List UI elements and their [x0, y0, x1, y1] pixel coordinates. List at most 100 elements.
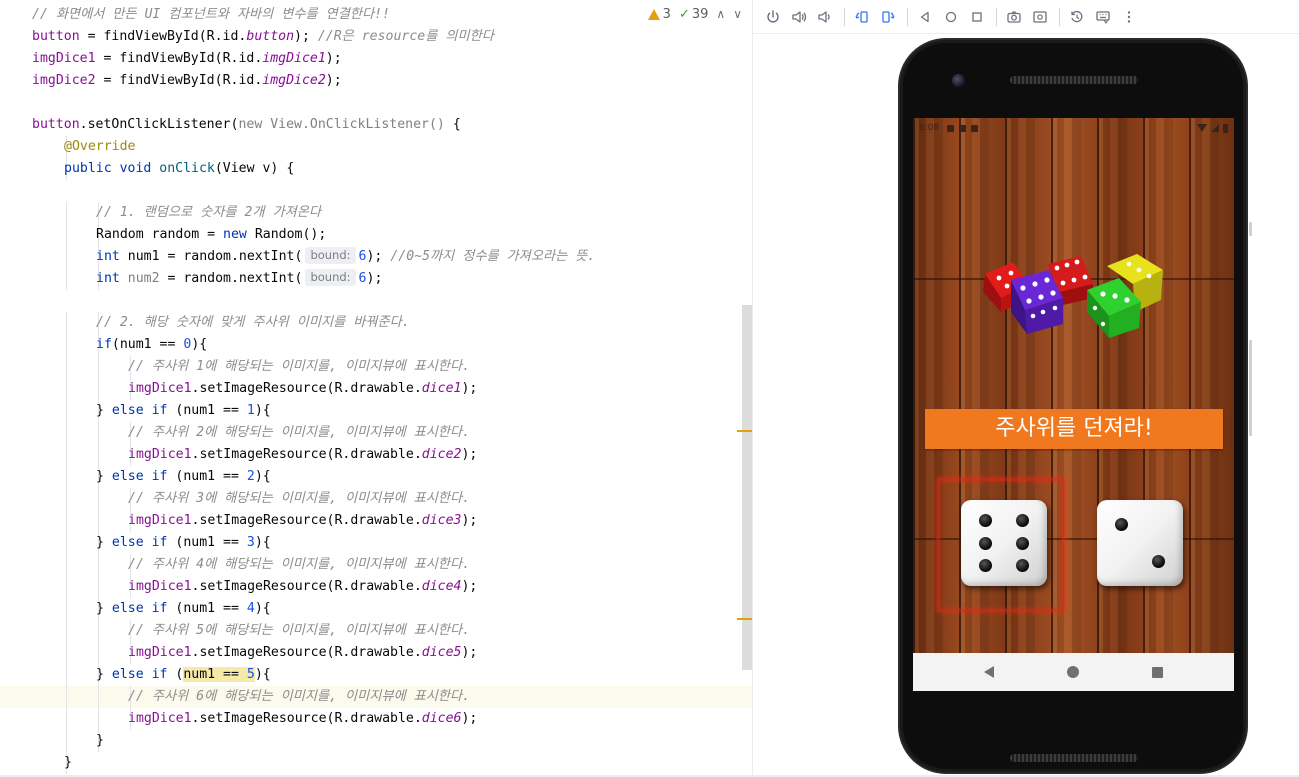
more-button[interactable]: [1117, 5, 1141, 29]
code-line[interactable]: } else if (num1 == 5){: [0, 664, 752, 686]
dice-pip: [978, 558, 992, 572]
code-text: // 1. 랜덤으로 숫자를 2개 가져온다: [96, 202, 321, 224]
dice-logo-image: [983, 254, 1163, 338]
inspection-widget[interactable]: 3 ✓ 39 ∧ ∨: [643, 4, 746, 24]
indent-guide: [66, 532, 67, 554]
overview-button[interactable]: [965, 5, 989, 29]
keyboard-button[interactable]: [1091, 5, 1115, 29]
back-button[interactable]: [913, 5, 937, 29]
indent-guide: [66, 356, 67, 378]
code-text: imgDice1 = findViewById(R.id.imgDice1);: [32, 48, 342, 70]
code-line[interactable]: // 주사위 6에 해당되는 이미지를, 이미지뷰에 표시한다.: [0, 686, 752, 708]
screenshot-button[interactable]: [1002, 5, 1026, 29]
code-token: imgDice1: [128, 447, 192, 462]
zoom-button[interactable]: [1028, 5, 1052, 29]
power-button[interactable]: [761, 5, 785, 29]
next-highlight-icon[interactable]: ∨: [733, 7, 742, 21]
code-text: if(num1 == 0){: [96, 334, 207, 356]
code-line[interactable]: imgDice1.setImageResource(R.drawable.dic…: [0, 378, 752, 400]
roll-dice-button[interactable]: 주사위를 던져라!: [925, 409, 1223, 449]
power-icon: [767, 9, 779, 22]
code-token: dice3: [421, 513, 462, 528]
code-text: } else if (num1 == 1){: [96, 400, 271, 422]
code-token: );: [461, 579, 478, 594]
code-token: imgDice1: [128, 513, 192, 528]
code-line[interactable]: }: [0, 752, 752, 774]
code-token: ){: [191, 337, 208, 352]
code-token: = findViewById(R.id.: [95, 51, 263, 66]
code-line[interactable]: if(num1 == 0){: [0, 334, 752, 356]
code-line[interactable]: // 주사위 2에 해당되는 이미지를, 이미지뷰에 표시한다.: [0, 422, 752, 444]
code-token: (num1 ==: [111, 337, 184, 352]
code-token: // 주사위 4에 해당되는 이미지를, 이미지뷰에 표시한다.: [128, 557, 471, 572]
code-line[interactable]: [0, 290, 752, 312]
dice-pip: [978, 514, 992, 528]
resize-handle[interactable]: [1249, 340, 1252, 436]
editor-scrollbar-thumb[interactable]: [742, 305, 752, 670]
code-line[interactable]: Random random = new Random();: [0, 224, 752, 246]
snapshot-button[interactable]: [1065, 5, 1089, 29]
code-lines[interactable]: // 화면에서 만든 UI 컴포넌트와 자바의 변수를 연결한다!! button…: [0, 4, 752, 774]
rotate-right-button[interactable]: [876, 5, 900, 29]
front-camera: [952, 74, 965, 87]
code-line[interactable]: imgDice1 = findViewById(R.id.imgDice1);: [0, 48, 752, 70]
rotate-left-button[interactable]: [850, 5, 874, 29]
code-line[interactable]: } else if (num1 == 3){: [0, 532, 752, 554]
camera-icon: [1007, 10, 1021, 23]
code-token: button: [246, 29, 295, 44]
code-line[interactable]: } else if (num1 == 4){: [0, 598, 752, 620]
indent-guide: [66, 510, 67, 532]
code-line[interactable]: [0, 92, 752, 114]
status-time: 6:08: [919, 123, 940, 133]
code-line[interactable]: // 2. 해당 숫자에 맞게 주사위 이미지를 바꿔준다.: [0, 312, 752, 334]
passed-indicator[interactable]: ✓ 39: [679, 7, 708, 22]
code-line[interactable]: button = findViewById(R.id.button); //R은…: [0, 26, 752, 48]
device-screen[interactable]: 6:08 주사위를 던져라!: [913, 118, 1234, 691]
warning-stripe-mark[interactable]: [737, 430, 752, 432]
code-token: = findViewById(R.id.: [79, 29, 247, 44]
previous-highlight-icon[interactable]: ∧: [716, 7, 725, 21]
code-line[interactable]: @Override: [0, 136, 752, 158]
code-line[interactable]: imgDice1.setImageResource(R.drawable.dic…: [0, 444, 752, 466]
nav-recents-icon[interactable]: [1152, 666, 1164, 678]
warning-indicator[interactable]: 3: [647, 7, 671, 22]
code-token: );: [461, 381, 478, 396]
code-line[interactable]: int num2 = random.nextInt(bound: 6);: [0, 268, 752, 290]
code-line[interactable]: imgDice1.setImageResource(R.drawable.dic…: [0, 708, 752, 730]
code-text: imgDice1.setImageResource(R.drawable.dic…: [128, 444, 477, 466]
code-line[interactable]: } else if (num1 == 2){: [0, 466, 752, 488]
code-line[interactable]: int num1 = random.nextInt(bound: 6); //0~…: [0, 246, 752, 268]
volume-down-button[interactable]: [813, 5, 837, 29]
code-line[interactable]: imgDice2 = findViewById(R.id.imgDice2);: [0, 70, 752, 92]
indent-guide: [66, 554, 67, 576]
code-line[interactable]: // 주사위 3에 해당되는 이미지를, 이미지뷰에 표시한다.: [0, 488, 752, 510]
code-line[interactable]: // 화면에서 만든 UI 컴포넌트와 자바의 변수를 연결한다!!: [0, 4, 752, 26]
code-token: );: [366, 271, 383, 286]
volume-up-button[interactable]: [787, 5, 811, 29]
resize-handle[interactable]: [1249, 222, 1252, 236]
code-line[interactable]: }: [0, 730, 752, 752]
home-button[interactable]: [939, 5, 963, 29]
code-text: Random random = new Random();: [96, 224, 326, 246]
nav-home-icon[interactable]: [1066, 666, 1079, 678]
code-token: .setImageResource(R.drawable.: [191, 381, 422, 396]
code-line[interactable]: // 주사위 1에 해당되는 이미지를, 이미지뷰에 표시한다.: [0, 356, 752, 378]
code-line[interactable]: [0, 180, 752, 202]
code-editor[interactable]: // 화면에서 만든 UI 컴포넌트와 자바의 변수를 연결한다!! button…: [0, 0, 752, 777]
code-line[interactable]: imgDice1.setImageResource(R.drawable.dic…: [0, 510, 752, 532]
code-line[interactable]: imgDice1.setImageResource(R.drawable.dic…: [0, 642, 752, 664]
status-right: [1197, 123, 1228, 133]
code-line[interactable]: button.setOnClickListener(new View.OnCli…: [0, 114, 752, 136]
nav-back-icon[interactable]: [983, 666, 994, 678]
code-line[interactable]: public void onClick(View v) {: [0, 158, 752, 180]
code-token: num2: [127, 271, 160, 286]
code-line[interactable]: // 주사위 5에 해당되는 이미지를, 이미지뷰에 표시한다.: [0, 620, 752, 642]
warning-stripe-mark[interactable]: [737, 618, 752, 620]
code-line[interactable]: imgDice1.setImageResource(R.drawable.dic…: [0, 576, 752, 598]
code-line[interactable]: } else if (num1 == 1){: [0, 400, 752, 422]
code-line[interactable]: // 1. 랜덤으로 숫자를 2개 가져온다: [0, 202, 752, 224]
code-token: num1 = random.nextInt(: [127, 249, 303, 264]
code-line[interactable]: // 주사위 4에 해당되는 이미지를, 이미지뷰에 표시한다.: [0, 554, 752, 576]
rotate-right-icon: [882, 10, 895, 23]
code-text: // 주사위 1에 해당되는 이미지를, 이미지뷰에 표시한다.: [128, 356, 470, 378]
